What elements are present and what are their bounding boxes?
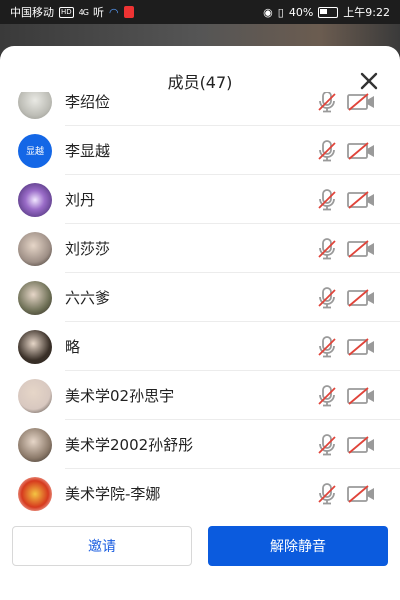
vibrate-icon: ▯ bbox=[277, 5, 284, 19]
camera-toggle[interactable] bbox=[346, 139, 376, 163]
camera-off-icon bbox=[347, 239, 374, 258]
wave-icon: ◠ bbox=[108, 5, 119, 19]
member-name: 李绍俭 bbox=[65, 93, 111, 111]
avatar bbox=[18, 182, 52, 217]
camera-toggle[interactable] bbox=[346, 286, 376, 310]
mic-toggle[interactable] bbox=[316, 237, 338, 261]
camera-off-icon bbox=[347, 337, 374, 356]
listen-icon: 听 bbox=[92, 6, 104, 19]
signal-label: 4G bbox=[78, 7, 89, 17]
avatar-initials-text: 显越 bbox=[25, 147, 44, 157]
member-row[interactable]: 略 bbox=[0, 322, 400, 371]
battery-percent: 40% bbox=[288, 5, 314, 19]
avatar bbox=[18, 231, 52, 266]
mic-toggle[interactable] bbox=[316, 384, 338, 408]
mic-muted-icon bbox=[318, 139, 336, 161]
eye-icon: ◉ bbox=[263, 5, 273, 19]
avatar-initials: 显越 bbox=[18, 133, 52, 168]
member-row[interactable]: 李绍俭 bbox=[0, 92, 400, 126]
status-bar: 中国移动 HD 4G 听 ◠ ◉ ▯ 40% 上午9:22 bbox=[0, 0, 400, 24]
mic-muted-icon bbox=[318, 188, 336, 210]
member-name: 六六爹 bbox=[65, 289, 111, 307]
member-row[interactable]: 美术学02孙思宇 bbox=[0, 371, 400, 420]
avatar bbox=[18, 329, 52, 364]
member-name: 美术学02孙思宇 bbox=[65, 387, 175, 405]
member-row[interactable]: 刘莎莎 bbox=[0, 224, 400, 273]
avatar bbox=[18, 476, 52, 511]
member-row[interactable]: 显越 李显越 bbox=[0, 126, 400, 175]
camera-toggle[interactable] bbox=[346, 92, 376, 114]
mic-toggle[interactable] bbox=[316, 139, 338, 163]
mic-muted-icon bbox=[318, 482, 336, 504]
camera-off-icon bbox=[347, 484, 374, 503]
camera-toggle[interactable] bbox=[346, 482, 376, 506]
member-name: 刘丹 bbox=[65, 191, 96, 209]
members-sheet: 成员(47) 李绍俭显越 李显越刘丹刘莎莎六六爹略美术学02孙思宇美术学2002孙… bbox=[0, 46, 400, 600]
member-name: 美术学院-李娜 bbox=[65, 485, 161, 503]
member-row[interactable]: 美术学2002孙舒彤 bbox=[0, 420, 400, 469]
mic-muted-icon bbox=[318, 335, 336, 357]
camera-toggle[interactable] bbox=[346, 237, 376, 261]
carrier-label: 中国移动 bbox=[10, 6, 54, 19]
mic-toggle[interactable] bbox=[316, 433, 338, 457]
member-name: 刘莎莎 bbox=[65, 240, 111, 258]
recording-mic-icon bbox=[123, 6, 134, 18]
mic-muted-icon bbox=[318, 237, 336, 259]
camera-toggle[interactable] bbox=[346, 384, 376, 408]
member-name: 李显越 bbox=[65, 142, 111, 160]
sheet-title: 成员(47) bbox=[167, 73, 233, 92]
status-bar-right: ◉ ▯ 40% 上午9:22 bbox=[263, 4, 390, 20]
battery-icon bbox=[318, 6, 339, 18]
member-name: 略 bbox=[65, 338, 81, 356]
avatar bbox=[18, 378, 52, 413]
avatar bbox=[18, 92, 52, 119]
mic-toggle[interactable] bbox=[316, 335, 338, 359]
mic-muted-icon bbox=[318, 92, 336, 112]
camera-off-icon bbox=[347, 190, 374, 209]
mic-muted-icon bbox=[318, 384, 336, 406]
camera-toggle[interactable] bbox=[346, 335, 376, 359]
close-icon bbox=[360, 72, 378, 90]
member-name: 美术学2002孙舒彤 bbox=[65, 436, 194, 454]
unmute-all-button[interactable]: 解除静音 bbox=[208, 526, 388, 566]
member-list[interactable]: 李绍俭显越 李显越刘丹刘莎莎六六爹略美术学02孙思宇美术学2002孙舒彤 美术学院-… bbox=[0, 92, 400, 562]
status-bar-left: 中国移动 HD 4G 听 ◠ bbox=[10, 4, 134, 20]
avatar bbox=[18, 427, 52, 462]
hd-badge: HD bbox=[59, 6, 74, 18]
member-row[interactable]: 美术学院-李娜 bbox=[0, 469, 400, 518]
close-button[interactable] bbox=[358, 70, 380, 92]
camera-off-icon bbox=[347, 288, 374, 307]
mic-muted-icon bbox=[318, 286, 336, 308]
camera-off-icon bbox=[347, 386, 374, 405]
camera-off-icon bbox=[347, 435, 374, 454]
invite-button[interactable]: 邀请 bbox=[12, 526, 192, 566]
sheet-footer: 邀请 解除静音 bbox=[0, 516, 400, 600]
clock: 上午9:22 bbox=[343, 6, 390, 19]
member-row[interactable]: 刘丹 bbox=[0, 175, 400, 224]
mic-toggle[interactable] bbox=[316, 286, 338, 310]
mic-toggle[interactable] bbox=[316, 482, 338, 506]
mic-muted-icon bbox=[318, 433, 336, 455]
mic-toggle[interactable] bbox=[316, 188, 338, 212]
mic-toggle[interactable] bbox=[316, 92, 338, 114]
member-row[interactable]: 六六爹 bbox=[0, 273, 400, 322]
camera-off-icon bbox=[347, 141, 374, 160]
avatar bbox=[18, 280, 52, 315]
camera-toggle[interactable] bbox=[346, 188, 376, 212]
camera-off-icon bbox=[347, 92, 374, 111]
camera-toggle[interactable] bbox=[346, 433, 376, 457]
